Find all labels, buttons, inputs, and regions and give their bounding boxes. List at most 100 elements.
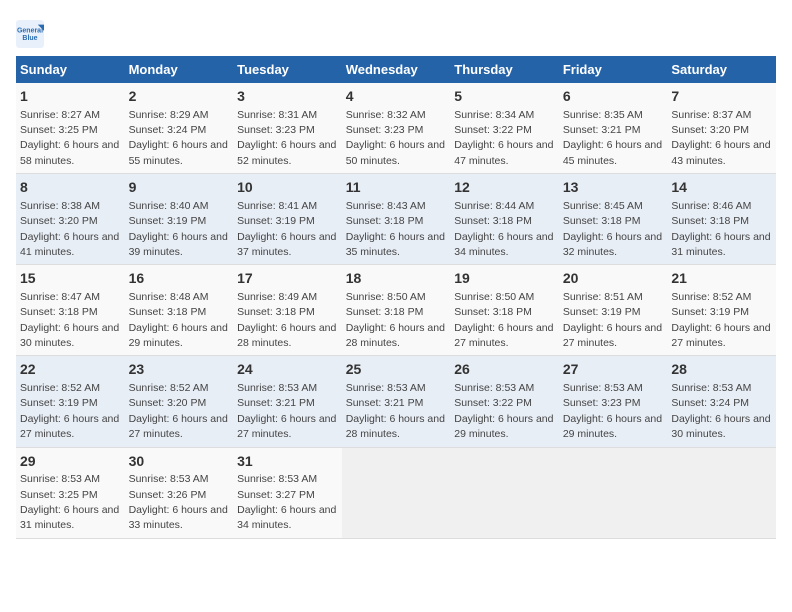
day-number: 17 [237, 269, 338, 289]
calendar-cell [342, 447, 451, 538]
calendar-cell: 19 Sunrise: 8:50 AMSunset: 3:18 PMDaylig… [450, 265, 559, 356]
calendar-cell: 26 Sunrise: 8:53 AMSunset: 3:22 PMDaylig… [450, 356, 559, 447]
calendar-cell: 9 Sunrise: 8:40 AMSunset: 3:19 PMDayligh… [125, 174, 234, 265]
day-number: 11 [346, 178, 447, 198]
calendar-cell: 17 Sunrise: 8:49 AMSunset: 3:18 PMDaylig… [233, 265, 342, 356]
calendar-cell: 1 Sunrise: 8:27 AMSunset: 3:25 PMDayligh… [16, 83, 125, 174]
calendar-week-row: 29 Sunrise: 8:53 AMSunset: 3:25 PMDaylig… [16, 447, 776, 538]
weekday-header-friday: Friday [559, 56, 668, 83]
day-number: 28 [671, 360, 772, 380]
day-info: Sunrise: 8:50 AMSunset: 3:18 PMDaylight:… [454, 291, 553, 349]
day-number: 12 [454, 178, 555, 198]
calendar-cell: 6 Sunrise: 8:35 AMSunset: 3:21 PMDayligh… [559, 83, 668, 174]
weekday-header-monday: Monday [125, 56, 234, 83]
calendar-cell: 29 Sunrise: 8:53 AMSunset: 3:25 PMDaylig… [16, 447, 125, 538]
calendar-cell: 16 Sunrise: 8:48 AMSunset: 3:18 PMDaylig… [125, 265, 234, 356]
day-number: 2 [129, 87, 230, 107]
calendar-cell: 4 Sunrise: 8:32 AMSunset: 3:23 PMDayligh… [342, 83, 451, 174]
day-info: Sunrise: 8:45 AMSunset: 3:18 PMDaylight:… [563, 200, 662, 258]
day-info: Sunrise: 8:53 AMSunset: 3:25 PMDaylight:… [20, 473, 119, 531]
calendar-table: SundayMondayTuesdayWednesdayThursdayFrid… [16, 56, 776, 539]
day-number: 21 [671, 269, 772, 289]
day-info: Sunrise: 8:53 AMSunset: 3:23 PMDaylight:… [563, 382, 662, 440]
day-info: Sunrise: 8:53 AMSunset: 3:26 PMDaylight:… [129, 473, 228, 531]
day-number: 5 [454, 87, 555, 107]
day-number: 26 [454, 360, 555, 380]
day-info: Sunrise: 8:52 AMSunset: 3:19 PMDaylight:… [671, 291, 770, 349]
day-info: Sunrise: 8:35 AMSunset: 3:21 PMDaylight:… [563, 109, 662, 167]
day-number: 13 [563, 178, 664, 198]
calendar-cell: 15 Sunrise: 8:47 AMSunset: 3:18 PMDaylig… [16, 265, 125, 356]
svg-text:General: General [17, 27, 43, 34]
day-info: Sunrise: 8:50 AMSunset: 3:18 PMDaylight:… [346, 291, 445, 349]
day-number: 22 [20, 360, 121, 380]
day-number: 20 [563, 269, 664, 289]
calendar-cell: 13 Sunrise: 8:45 AMSunset: 3:18 PMDaylig… [559, 174, 668, 265]
logo-icon: General Blue [16, 20, 44, 48]
day-info: Sunrise: 8:52 AMSunset: 3:19 PMDaylight:… [20, 382, 119, 440]
calendar-cell: 30 Sunrise: 8:53 AMSunset: 3:26 PMDaylig… [125, 447, 234, 538]
calendar-cell: 14 Sunrise: 8:46 AMSunset: 3:18 PMDaylig… [667, 174, 776, 265]
calendar-cell: 20 Sunrise: 8:51 AMSunset: 3:19 PMDaylig… [559, 265, 668, 356]
day-number: 9 [129, 178, 230, 198]
day-info: Sunrise: 8:51 AMSunset: 3:19 PMDaylight:… [563, 291, 662, 349]
weekday-header-saturday: Saturday [667, 56, 776, 83]
calendar-cell: 24 Sunrise: 8:53 AMSunset: 3:21 PMDaylig… [233, 356, 342, 447]
day-info: Sunrise: 8:43 AMSunset: 3:18 PMDaylight:… [346, 200, 445, 258]
calendar-cell: 5 Sunrise: 8:34 AMSunset: 3:22 PMDayligh… [450, 83, 559, 174]
weekday-header-thursday: Thursday [450, 56, 559, 83]
day-number: 1 [20, 87, 121, 107]
day-info: Sunrise: 8:53 AMSunset: 3:24 PMDaylight:… [671, 382, 770, 440]
weekday-header-wednesday: Wednesday [342, 56, 451, 83]
calendar-cell: 12 Sunrise: 8:44 AMSunset: 3:18 PMDaylig… [450, 174, 559, 265]
day-info: Sunrise: 8:44 AMSunset: 3:18 PMDaylight:… [454, 200, 553, 258]
weekday-header-sunday: Sunday [16, 56, 125, 83]
day-info: Sunrise: 8:46 AMSunset: 3:18 PMDaylight:… [671, 200, 770, 258]
calendar-cell: 3 Sunrise: 8:31 AMSunset: 3:23 PMDayligh… [233, 83, 342, 174]
day-number: 8 [20, 178, 121, 198]
day-number: 3 [237, 87, 338, 107]
day-info: Sunrise: 8:52 AMSunset: 3:20 PMDaylight:… [129, 382, 228, 440]
calendar-week-row: 1 Sunrise: 8:27 AMSunset: 3:25 PMDayligh… [16, 83, 776, 174]
calendar-week-row: 22 Sunrise: 8:52 AMSunset: 3:19 PMDaylig… [16, 356, 776, 447]
calendar-cell [450, 447, 559, 538]
day-number: 23 [129, 360, 230, 380]
calendar-cell [559, 447, 668, 538]
weekday-header-tuesday: Tuesday [233, 56, 342, 83]
svg-text:Blue: Blue [22, 35, 37, 42]
day-info: Sunrise: 8:27 AMSunset: 3:25 PMDaylight:… [20, 109, 119, 167]
day-info: Sunrise: 8:49 AMSunset: 3:18 PMDaylight:… [237, 291, 336, 349]
day-number: 31 [237, 452, 338, 472]
day-number: 16 [129, 269, 230, 289]
day-number: 10 [237, 178, 338, 198]
calendar-cell [667, 447, 776, 538]
day-info: Sunrise: 8:53 AMSunset: 3:21 PMDaylight:… [346, 382, 445, 440]
calendar-cell: 23 Sunrise: 8:52 AMSunset: 3:20 PMDaylig… [125, 356, 234, 447]
day-number: 25 [346, 360, 447, 380]
day-info: Sunrise: 8:37 AMSunset: 3:20 PMDaylight:… [671, 109, 770, 167]
calendar-cell: 18 Sunrise: 8:50 AMSunset: 3:18 PMDaylig… [342, 265, 451, 356]
calendar-week-row: 15 Sunrise: 8:47 AMSunset: 3:18 PMDaylig… [16, 265, 776, 356]
calendar-week-row: 8 Sunrise: 8:38 AMSunset: 3:20 PMDayligh… [16, 174, 776, 265]
day-info: Sunrise: 8:53 AMSunset: 3:22 PMDaylight:… [454, 382, 553, 440]
day-info: Sunrise: 8:48 AMSunset: 3:18 PMDaylight:… [129, 291, 228, 349]
day-number: 15 [20, 269, 121, 289]
logo: General Blue [16, 20, 48, 48]
day-number: 18 [346, 269, 447, 289]
page-header: General Blue [16, 16, 776, 48]
day-info: Sunrise: 8:31 AMSunset: 3:23 PMDaylight:… [237, 109, 336, 167]
calendar-cell: 8 Sunrise: 8:38 AMSunset: 3:20 PMDayligh… [16, 174, 125, 265]
day-number: 6 [563, 87, 664, 107]
calendar-cell: 7 Sunrise: 8:37 AMSunset: 3:20 PMDayligh… [667, 83, 776, 174]
day-number: 4 [346, 87, 447, 107]
day-info: Sunrise: 8:47 AMSunset: 3:18 PMDaylight:… [20, 291, 119, 349]
day-info: Sunrise: 8:29 AMSunset: 3:24 PMDaylight:… [129, 109, 228, 167]
calendar-cell: 22 Sunrise: 8:52 AMSunset: 3:19 PMDaylig… [16, 356, 125, 447]
day-info: Sunrise: 8:38 AMSunset: 3:20 PMDaylight:… [20, 200, 119, 258]
calendar-cell: 10 Sunrise: 8:41 AMSunset: 3:19 PMDaylig… [233, 174, 342, 265]
day-number: 14 [671, 178, 772, 198]
day-number: 7 [671, 87, 772, 107]
weekday-header-row: SundayMondayTuesdayWednesdayThursdayFrid… [16, 56, 776, 83]
day-info: Sunrise: 8:40 AMSunset: 3:19 PMDaylight:… [129, 200, 228, 258]
calendar-cell: 2 Sunrise: 8:29 AMSunset: 3:24 PMDayligh… [125, 83, 234, 174]
